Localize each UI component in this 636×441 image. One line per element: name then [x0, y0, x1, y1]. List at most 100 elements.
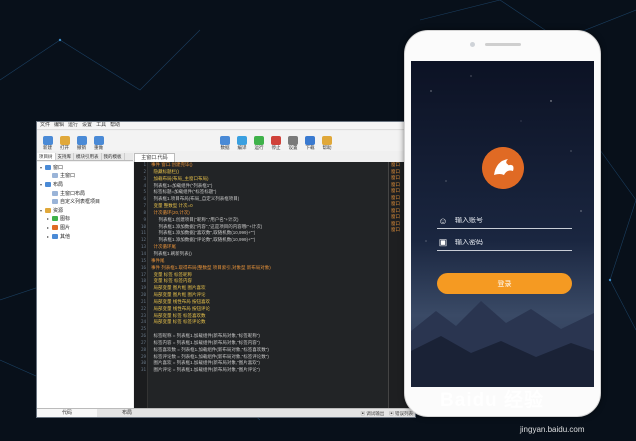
left-tab[interactable]: 支持库: [56, 153, 74, 160]
tree-item[interactable]: ▸ 图片: [40, 223, 133, 232]
toolbar-label: 撤销: [77, 145, 86, 150]
code-line[interactable]: 事件尾: [151, 258, 387, 265]
stop-button[interactable]: 停止: [268, 132, 285, 151]
menu-item[interactable]: 帮助: [110, 122, 120, 129]
code-line[interactable]: 列表框1.添加数据("喜欢数",取随机数(10,999)+""): [151, 230, 387, 237]
status-item[interactable]: ▣ 调试输出: [361, 409, 385, 417]
code-editor[interactable]: 1 2 3 4 5 6 7 8 9 10 11 12 13 14 15 16 17 18 19 20 21 22 23 24 2…: [134, 162, 388, 408]
watermark-site: jingyan.baidu.com: [520, 425, 585, 434]
account-field[interactable]: ☺: [437, 213, 572, 229]
code-line[interactable]: 变量 标签 标签内容: [151, 278, 387, 285]
redo-icon: [93, 136, 104, 145]
tree-item[interactable]: ▸ 其他: [40, 232, 133, 241]
line-number: 8: [143, 209, 146, 215]
code-line[interactable]: 变量 整数型 计次=0: [151, 203, 387, 210]
tree-item[interactable]: 主窗口布局: [40, 189, 133, 198]
line-number: 17: [140, 271, 146, 277]
code-line[interactable]: 局部变量 线性布局 按钮评论: [151, 306, 387, 313]
new-file-icon: [42, 136, 53, 145]
toolbar-label: 停止: [271, 145, 281, 150]
line-number: 26: [140, 333, 146, 339]
tree-item[interactable]: ▾ 布局: [40, 180, 133, 189]
app-logo-icon: [482, 147, 524, 189]
menu-item[interactable]: 工具: [96, 122, 106, 129]
code-line[interactable]: 局部变量 线性布局 按钮喜欢: [151, 299, 387, 306]
password-input[interactable]: [455, 239, 565, 246]
compile-icon: [237, 136, 247, 145]
code-line[interactable]: 标签喜欢数 = 列表框1.加载组件(新布局对象,"标签喜欢数"): [151, 347, 387, 354]
code-line[interactable]: 局部变量 标签 标签喜欢数: [151, 313, 387, 320]
folder-icon: [52, 173, 58, 179]
bottom-tab[interactable]: 代码: [37, 409, 97, 417]
redo-button[interactable]: 重做: [90, 132, 107, 151]
compile-button[interactable]: 编译: [234, 132, 251, 151]
database-button[interactable]: 数据: [217, 132, 234, 151]
code-line[interactable]: 事件 列表框1.取得布局(整数型 项目索引,对象型 新布局对象): [151, 265, 387, 272]
settings-button[interactable]: 设置: [285, 132, 302, 151]
tree-item[interactable]: ▾ 窗口: [40, 163, 133, 172]
code-line[interactable]: 图片评论 = 列表框1.加载组件(新布局对象,"图片评论"): [151, 367, 387, 374]
code-line[interactable]: 标签评论数 = 列表框1.加载组件(新布局对象,"标签评论数"): [151, 354, 387, 361]
menu-item[interactable]: 文件: [40, 122, 50, 129]
help-button[interactable]: 帮助: [319, 132, 336, 151]
code-line[interactable]: 列表框1.项目布局(布局_自定义列表框项目): [151, 196, 387, 203]
password-field[interactable]: ▣: [437, 235, 572, 251]
code-line[interactable]: 加载布局(布局_主窗口布局): [151, 176, 387, 183]
account-input[interactable]: [455, 217, 565, 224]
help-icon: [322, 136, 332, 145]
line-number: 11: [140, 230, 146, 236]
left-tab[interactable]: 我的模板: [102, 153, 125, 160]
line-number: 6: [143, 196, 146, 202]
code-line[interactable]: 标签内容 = 列表框1.加载组件(新布局对象,"标签内容"): [151, 340, 387, 347]
code-area[interactable]: 事件 窗口.创建完毕() 隐藏标题栏() 加载布局(布局_主窗口布局) 列表框1…: [151, 162, 387, 374]
code-line[interactable]: 列表框1=加载组件("列表框1"): [151, 183, 387, 190]
code-line[interactable]: [151, 326, 387, 333]
code-line[interactable]: 变量 标签 标签昵称: [151, 272, 387, 279]
run-icon: [254, 136, 264, 145]
code-line[interactable]: 标签昵称 = 列表框1.加载组件(新布局对象,"标签昵称"): [151, 333, 387, 340]
folder-open-button[interactable]: 打开: [56, 132, 73, 151]
code-line[interactable]: 列表框1.添加数据("内容","这是项目的内容哦!"+计次): [151, 224, 387, 231]
run-button[interactable]: 运行: [251, 132, 268, 151]
bottom-tab[interactable]: 布局: [97, 409, 157, 417]
left-panel-tabs: 项目树 支持库 模块引用表 我的模板: [37, 153, 133, 161]
code-line[interactable]: 隐藏标题栏(): [151, 169, 387, 176]
left-tab[interactable]: 项目树: [37, 153, 56, 160]
tree-item[interactable]: 自定义列表框项目: [40, 197, 133, 206]
login-button[interactable]: 登录: [437, 273, 572, 294]
mountain-silhouette: [411, 301, 594, 387]
menu-item[interactable]: 运行: [68, 122, 78, 129]
code-line[interactable]: 局部变量 图片框 图片评论: [151, 292, 387, 299]
code-line[interactable]: 局部变量 标签 标签评论数: [151, 319, 387, 326]
tree-item[interactable]: ▾ 资源: [40, 206, 133, 215]
left-tab[interactable]: 模块引用表: [74, 153, 102, 160]
line-number: 14: [140, 250, 146, 256]
line-number: 5: [143, 189, 146, 195]
tree-item[interactable]: ▸ 图标: [40, 215, 133, 224]
menu-bar: 文件 编辑 运行 设置 工具 帮助: [37, 122, 415, 130]
code-line[interactable]: 事件 窗口.创建完毕(): [151, 162, 387, 169]
undo-button[interactable]: 撤销: [73, 132, 90, 151]
status-item[interactable]: ▣ 错误列表: [389, 409, 413, 417]
code-line[interactable]: 局部变量 图片框 图片喜欢: [151, 285, 387, 292]
menu-item[interactable]: 设置: [82, 122, 92, 129]
toolbar-label: 编译: [237, 145, 247, 150]
tree-item[interactable]: 主窗口: [40, 172, 133, 181]
tree-item-label: 主窗口: [60, 173, 76, 180]
line-number: 24: [140, 319, 146, 325]
menu-item[interactable]: 编辑: [54, 122, 64, 129]
code-line[interactable]: 图片喜欢 = 列表框1.加载组件(新布局对象,"图片喜欢"): [151, 360, 387, 367]
code-line[interactable]: 计次循环(20,计次): [151, 210, 387, 217]
download-button[interactable]: 下载: [302, 132, 319, 151]
line-number: 19: [140, 285, 146, 291]
toolbar-label: 打开: [60, 145, 69, 150]
new-file-button[interactable]: 新建: [39, 132, 56, 151]
code-line[interactable]: 标签标题=加载组件("标签标题"): [151, 189, 387, 196]
code-line[interactable]: 列表框1.刷新列表(): [151, 251, 387, 258]
code-line[interactable]: 列表框1.创建项目("昵称","用户名"+计次): [151, 217, 387, 224]
code-line[interactable]: 列表框1.添加数据("评论数",取随机数(10,999)+""): [151, 237, 387, 244]
download-icon: [305, 136, 315, 145]
editor-tab[interactable]: 主窗口.代码: [134, 153, 175, 162]
toolbar-label: 设置: [288, 145, 298, 150]
code-line[interactable]: 计次循环尾: [151, 244, 387, 251]
